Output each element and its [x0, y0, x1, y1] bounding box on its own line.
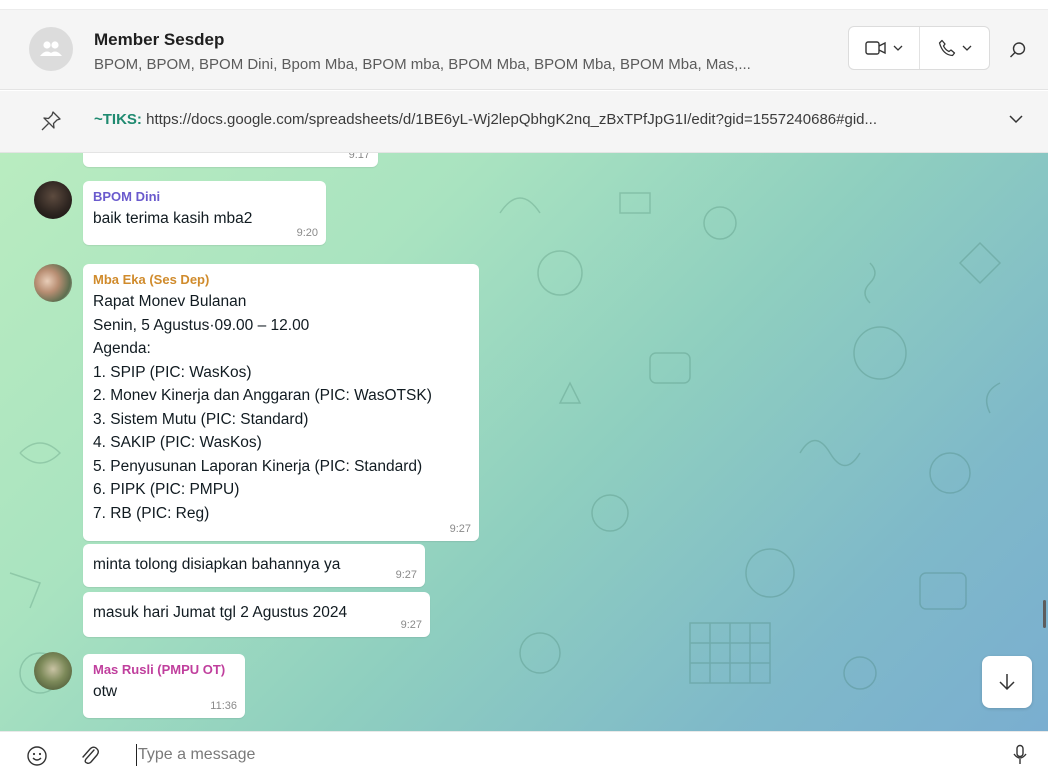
message-bubble[interactable]: masuk hari Jumat tgl 2 Agustus 2024 9:27: [83, 592, 430, 637]
message-bubble[interactable]: Mba Eka (Ses Dep) Rapat Monev Bulanan Se…: [83, 264, 479, 541]
message-time: 9:20: [296, 227, 318, 239]
chevron-down-icon: [893, 45, 903, 51]
message-bubble[interactable]: Mas Rusli (PMPU OT) otw 11:36: [83, 654, 245, 718]
pin-icon: [41, 111, 61, 131]
search-icon: [1010, 42, 1026, 58]
chat-header[interactable]: Member Sesdep BPOM, BPOM, BPOM Dini, Bpo…: [0, 10, 1048, 90]
paperclip-icon[interactable]: [80, 744, 100, 766]
message-text: minta tolong disiapkan bahannya ya: [93, 556, 341, 573]
chevron-down-icon: [962, 45, 971, 51]
message-text: masuk hari Jumat tgl 2 Agustus 2024: [93, 604, 348, 621]
microphone-icon[interactable]: [1012, 744, 1028, 766]
arrow-down-icon: [999, 674, 1015, 691]
pinned-author: ~TIKS:: [94, 111, 142, 128]
phone-icon: [938, 39, 955, 57]
message-time: 11:36: [210, 700, 237, 712]
pinned-link[interactable]: https://docs.google.com/spreadsheets/d/1…: [146, 111, 877, 128]
scrollbar-thumb[interactable]: [1043, 600, 1046, 628]
voice-call-button[interactable]: [919, 27, 989, 69]
search-button[interactable]: [1006, 38, 1030, 62]
message-bubble[interactable]: minta tolong disiapkan bahannya ya 9:27: [83, 544, 425, 587]
chat-title[interactable]: Member Sesdep: [94, 30, 224, 50]
group-icon: [40, 41, 62, 56]
message-time: 9:27: [395, 569, 417, 581]
call-controls: [848, 26, 990, 70]
message-time: 9:27: [449, 523, 471, 535]
window-top-strip: [0, 0, 1048, 10]
message-bubble[interactable]: 9:17: [83, 153, 378, 167]
video-camera-icon: [865, 41, 886, 55]
message-time: 9:27: [400, 619, 422, 631]
pinned-message-bar[interactable]: ~TIKS: https://docs.google.com/spreadshe…: [0, 91, 1048, 153]
text-cursor: [136, 744, 137, 766]
message-text: Rapat Monev Bulanan Senin, 5 Agustus·09.…: [93, 293, 432, 522]
participants-list[interactable]: BPOM, BPOM, BPOM Dini, Bpom Mba, BPOM mb…: [94, 56, 751, 73]
message-list[interactable]: 9:17 BPOM Dini baik terima kasih mba2 9:…: [0, 153, 1048, 731]
message-input[interactable]: [138, 738, 958, 772]
emoji-icon[interactable]: [26, 745, 48, 767]
compose-bar: [0, 731, 1048, 778]
pinned-message-text[interactable]: ~TIKS: https://docs.google.com/spreadshe…: [94, 111, 877, 128]
message-time: 9:17: [348, 153, 370, 161]
avatar[interactable]: [34, 181, 72, 219]
scroll-to-bottom-button[interactable]: [982, 656, 1032, 708]
message-sender[interactable]: Mas Rusli (PMPU OT): [93, 662, 235, 677]
avatar[interactable]: [34, 652, 72, 690]
message-text: baik terima kasih mba2: [93, 210, 253, 227]
message-sender[interactable]: Mba Eka (Ses Dep): [93, 272, 469, 287]
message-bubble[interactable]: BPOM Dini baik terima kasih mba2 9:20: [83, 181, 326, 245]
avatar[interactable]: [34, 264, 72, 302]
video-call-button[interactable]: [849, 27, 919, 69]
group-avatar[interactable]: [29, 27, 73, 71]
chevron-down-icon[interactable]: [1008, 113, 1024, 125]
message-sender[interactable]: BPOM Dini: [93, 189, 316, 204]
